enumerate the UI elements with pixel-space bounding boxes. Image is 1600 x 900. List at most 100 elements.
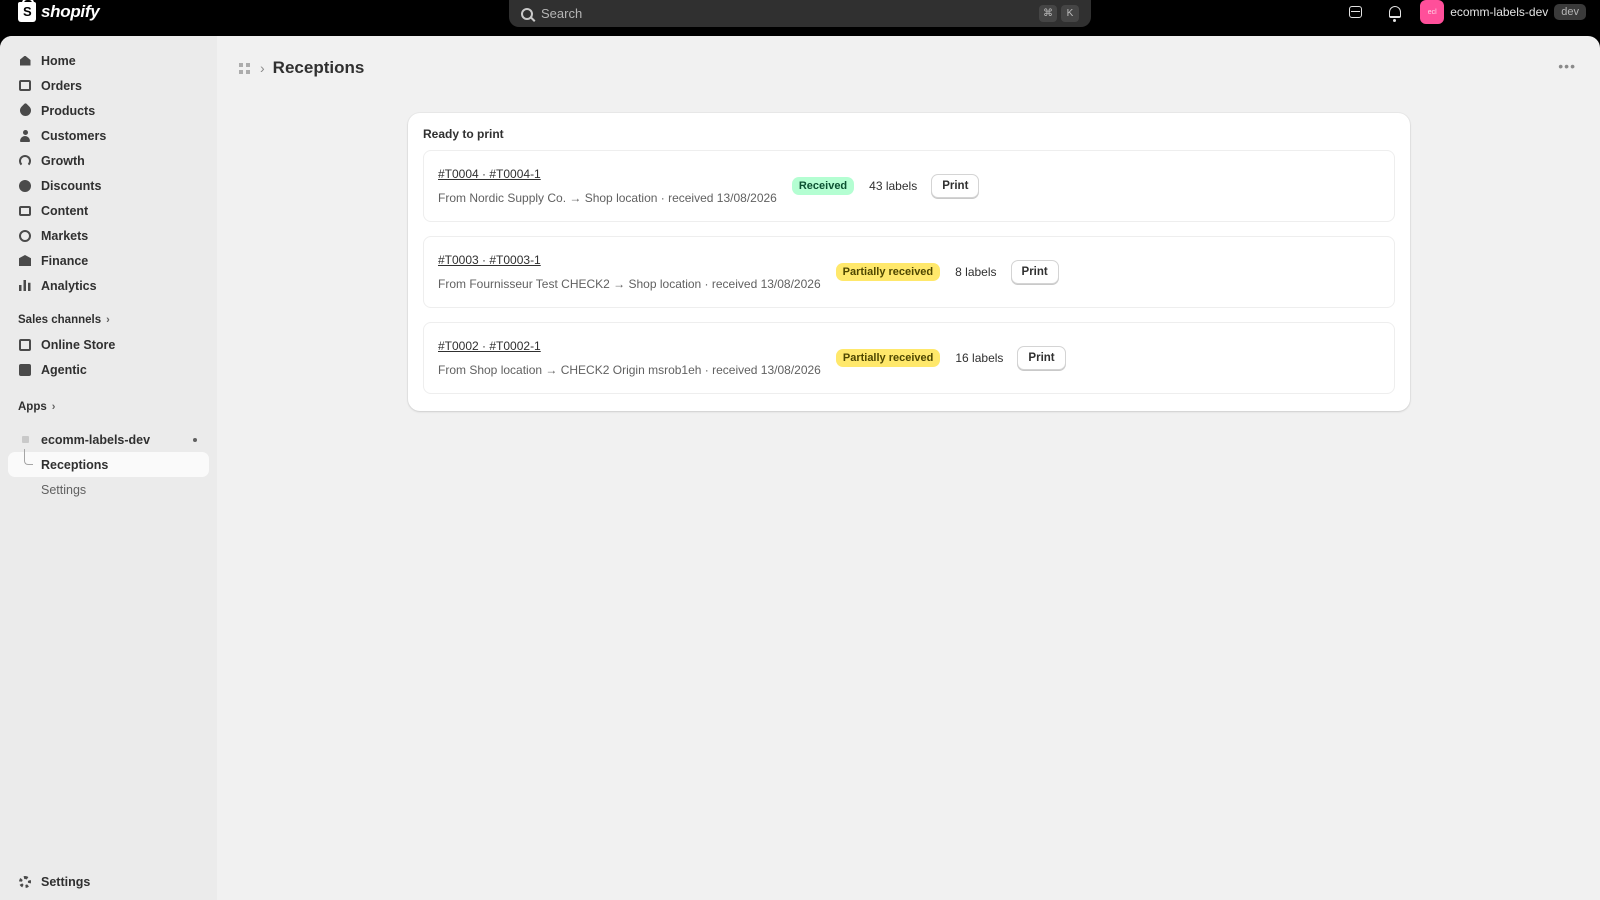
sidebar-item-growth[interactable]: Growth	[8, 148, 209, 173]
sidebar-subitem-label: Receptions	[41, 457, 109, 472]
sidebar-subitem-label: Settings	[41, 482, 87, 497]
status-badge: Partially received	[835, 349, 941, 367]
status-badge: Received	[791, 177, 855, 195]
orders-icon	[18, 79, 32, 93]
top-bar: shopify Search ⌘ K ecl ecomm-labels-dev …	[0, 0, 1600, 36]
print-button[interactable]: Print	[931, 174, 980, 198]
print-button[interactable]: Print	[1010, 260, 1059, 284]
sidebar-item-label: Analytics	[41, 278, 97, 293]
sidebar-item-online-store[interactable]: Online Store	[8, 332, 209, 357]
apps-grid-icon	[238, 62, 250, 74]
admin-frame: Home Orders Products Customers Growth Di…	[0, 36, 1600, 900]
sidebar-item-home[interactable]: Home	[8, 48, 209, 73]
ready-to-print-card: Ready to print #T0004 · #T0004-1 From No…	[408, 113, 1410, 411]
reception-info: #T0003 · #T0003-1 From Fournisseur Test …	[438, 253, 821, 291]
discount-icon	[18, 179, 32, 193]
store-icon	[18, 338, 32, 352]
notifications-button[interactable]	[1380, 0, 1410, 24]
sidebar-item-settings[interactable]: Settings	[8, 869, 208, 894]
sidebar-item-label: Discounts	[41, 178, 102, 193]
search-bar[interactable]: Search ⌘ K	[509, 0, 1091, 27]
sidebar-item-products[interactable]: Products	[8, 98, 209, 123]
k-key: K	[1061, 5, 1079, 22]
sales-channels-heading[interactable]: Sales channels ›	[8, 307, 209, 332]
home-icon	[18, 54, 32, 68]
reception-link[interactable]: #T0002 · #T0002-1	[438, 339, 821, 353]
sidebar-item-label: Growth	[41, 153, 85, 168]
breadcrumb-apps-button[interactable]	[236, 60, 252, 76]
sidebar-item-discounts[interactable]: Discounts	[8, 173, 209, 198]
sidebar-item-label: Finance	[41, 253, 89, 268]
gauge-icon	[18, 154, 32, 168]
chevron-right-icon: ›	[106, 313, 110, 326]
bar-chart-icon	[18, 279, 32, 293]
label-count: 16 labels	[955, 351, 1004, 365]
chevron-right-icon: ›	[51, 400, 56, 413]
sidebar-item-analytics[interactable]: Analytics	[8, 273, 209, 298]
shopify-bag-icon	[18, 0, 36, 22]
apps-heading[interactable]: Apps ›	[8, 394, 209, 419]
sidebar-item-label: Content	[41, 203, 89, 218]
globe-icon	[18, 229, 32, 243]
sidebar-item-orders[interactable]: Orders	[8, 73, 209, 98]
logo-text: shopify	[41, 2, 100, 21]
status-badge: Partially received	[835, 263, 941, 281]
print-button[interactable]: Print	[1017, 346, 1066, 370]
section-label: Sales channels	[18, 313, 102, 326]
shopify-logo[interactable]: shopify	[18, 0, 100, 24]
sidebar-item-markets[interactable]: Markets	[8, 223, 209, 248]
reception-subtitle: From Shop location → CHECK2 Origin msrob…	[438, 363, 821, 377]
person-icon	[18, 129, 32, 143]
sidebar-item-label: Orders	[41, 78, 82, 93]
reception-row: #T0002 · #T0002-1 From Shop location → C…	[423, 322, 1395, 394]
chevron-right-icon: ›	[260, 60, 265, 76]
sidebar-item-content[interactable]: Content	[8, 198, 209, 223]
sidebar-app-ecomm-labels-dev[interactable]: ecomm-labels-dev	[8, 427, 209, 452]
sidebar-item-label: Products	[41, 103, 96, 118]
sidebar-item-label: Markets	[41, 228, 89, 243]
sidebar-item-label: Agentic	[41, 362, 87, 377]
sidebar-item-label: Customers	[41, 128, 107, 143]
inbox-button[interactable]	[1340, 0, 1370, 24]
avatar: ecl	[1420, 0, 1445, 24]
content-icon	[18, 204, 32, 218]
tag-icon	[17, 102, 33, 119]
dev-badge: dev	[1554, 4, 1586, 20]
reception-link[interactable]: #T0003 · #T0003-1	[438, 253, 821, 267]
search-icon	[521, 7, 533, 20]
sidebar-item-agentic[interactable]: Agentic	[8, 357, 209, 382]
reception-row: #T0004 · #T0004-1 From Nordic Supply Co.…	[423, 150, 1395, 222]
sidebar-item-label: Settings	[41, 874, 91, 889]
more-actions-button[interactable]: •••	[1558, 58, 1576, 74]
label-count: 8 labels	[955, 265, 997, 279]
reception-info: #T0004 · #T0004-1 From Nordic Supply Co.…	[438, 167, 777, 205]
sidebar-item-label: Online Store	[41, 337, 116, 352]
tree-connector-icon	[24, 449, 33, 465]
pin-dot-icon[interactable]	[193, 437, 197, 442]
sidebar-subitem-receptions[interactable]: Receptions	[8, 449, 209, 477]
command-key: ⌘	[1039, 5, 1057, 22]
section-label: Apps	[18, 400, 47, 413]
bank-icon	[18, 254, 32, 268]
store-name: ecomm-labels-dev	[1450, 5, 1549, 19]
reception-subtitle: From Nordic Supply Co. → Shop location ·…	[438, 191, 777, 205]
inbox-icon	[1348, 6, 1362, 18]
store-menu[interactable]: ecl ecomm-labels-dev dev	[1420, 0, 1586, 24]
top-right-actions: ecl ecomm-labels-dev dev	[1340, 0, 1586, 24]
card-title: Ready to print	[423, 127, 504, 141]
app-name: ecomm-labels-dev	[41, 432, 151, 447]
app-icon	[18, 433, 32, 447]
sidebar-item-customers[interactable]: Customers	[8, 123, 209, 148]
agent-icon	[18, 363, 32, 377]
page-title: Receptions	[272, 58, 365, 77]
page-header: › Receptions	[236, 52, 364, 84]
sidebar-item-label: Home	[41, 53, 76, 68]
reception-row: #T0003 · #T0003-1 From Fournisseur Test …	[423, 236, 1395, 308]
reception-info: #T0002 · #T0002-1 From Shop location → C…	[438, 339, 821, 377]
sidebar: Home Orders Products Customers Growth Di…	[0, 36, 217, 900]
reception-link[interactable]: #T0004 · #T0004-1	[438, 167, 777, 181]
sidebar-item-finance[interactable]: Finance	[8, 248, 209, 273]
reception-subtitle: From Fournisseur Test CHECK2 → Shop loca…	[438, 277, 821, 291]
sidebar-subitem-settings[interactable]: Settings	[8, 477, 209, 502]
search-placeholder: Search	[541, 6, 583, 21]
